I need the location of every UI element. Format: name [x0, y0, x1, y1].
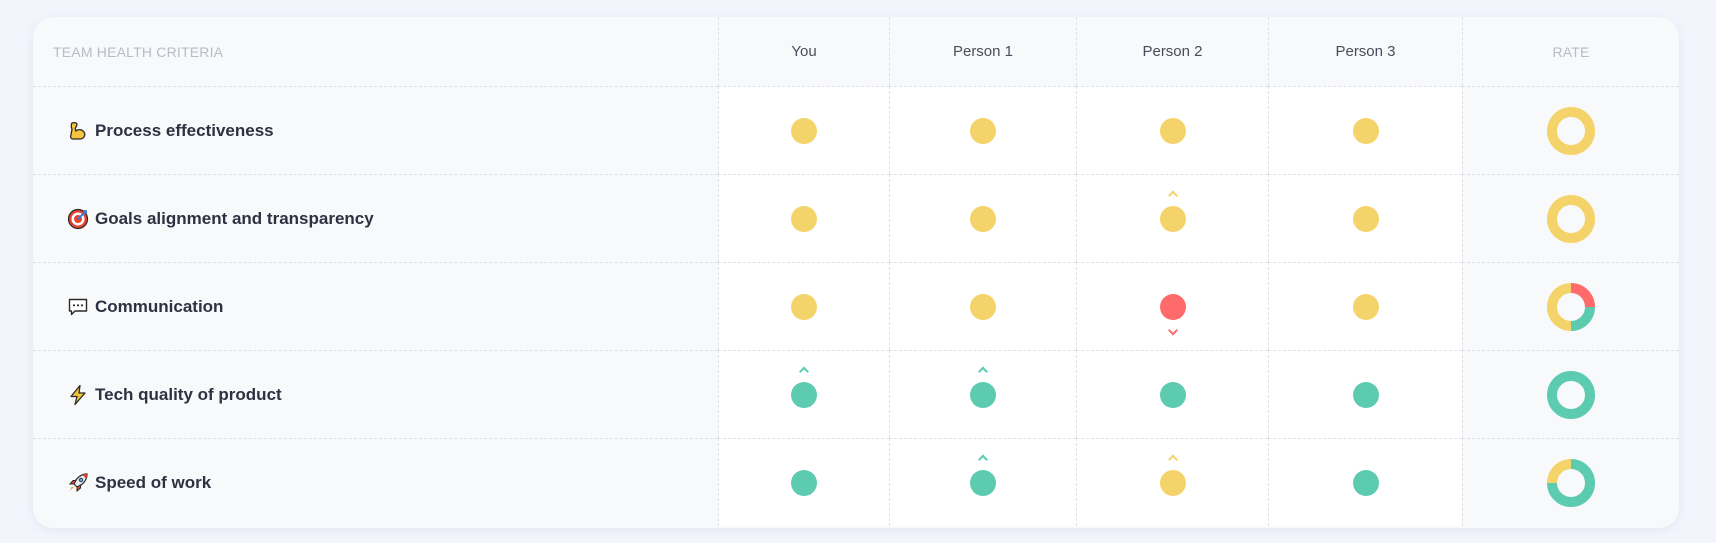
criterion-label: Process effectiveness	[95, 120, 274, 140]
criterion-label: Communication	[95, 296, 224, 316]
rate-cell	[1462, 350, 1679, 438]
vote-cell-person-2[interactable]	[1076, 350, 1268, 438]
vote-cell-person-2[interactable]	[1076, 438, 1268, 526]
trend-up-icon	[978, 366, 988, 376]
rate-cell	[1462, 262, 1679, 350]
rate-cell	[1462, 174, 1679, 262]
vote-cell-person-2[interactable]	[1076, 262, 1268, 350]
vote-cell-person-1[interactable]	[889, 174, 1076, 262]
criterion-cell: Speed of work	[33, 438, 718, 526]
vote-cell-you[interactable]	[718, 438, 889, 526]
vote-dot-green	[970, 454, 996, 496]
column-header-you: You	[718, 17, 889, 86]
vote-cell-person-2[interactable]	[1076, 86, 1268, 174]
donut-segment-yellow	[1547, 194, 1595, 243]
trend-up-icon	[1167, 454, 1178, 464]
vote-cell-person-1[interactable]	[889, 86, 1076, 174]
trend-down-icon	[1167, 325, 1178, 335]
vote-cell-person-2[interactable]	[1076, 174, 1268, 262]
vote-cell-person-3[interactable]	[1268, 262, 1462, 350]
vote-dot-yellow	[1352, 205, 1379, 232]
vote-dot-yellow	[791, 205, 817, 232]
team-health-card: TEAM HEALTH CRITERIA You Person 1 Person…	[33, 17, 1679, 528]
vote-dot-yellow	[970, 293, 996, 320]
vote-cell-you[interactable]	[718, 350, 889, 438]
donut-segment-green	[1570, 306, 1595, 331]
rate-donut-chart	[1547, 106, 1595, 155]
criterion-label: Goals alignment and transparency	[95, 208, 374, 228]
column-header-person-1: Person 1	[889, 17, 1076, 86]
vote-dot-red	[1159, 293, 1186, 335]
vote-dot-green	[791, 366, 817, 408]
vote-dot-yellow	[970, 205, 996, 232]
criterion-cell: Process effectiveness	[33, 86, 718, 174]
vote-dot-yellow	[970, 117, 996, 144]
vote-cell-person-1[interactable]	[889, 350, 1076, 438]
criterion-label: Speed of work	[95, 472, 212, 492]
rate-donut-chart	[1547, 458, 1595, 507]
column-header-person-3: Person 3	[1268, 17, 1462, 86]
vote-dot-yellow	[1352, 117, 1379, 144]
rate-donut-chart	[1547, 194, 1595, 243]
trend-up-icon	[978, 454, 988, 464]
trend-up-icon	[799, 366, 809, 376]
vote-dot-green	[1159, 381, 1186, 408]
donut-segment-green	[1547, 370, 1595, 419]
rate-donut-chart	[1547, 370, 1595, 419]
rate-donut-chart	[1547, 282, 1595, 331]
vote-dot-green	[791, 469, 817, 496]
vote-cell-person-1[interactable]	[889, 262, 1076, 350]
vote-dot-yellow	[791, 117, 817, 144]
vote-dot-green	[1352, 469, 1379, 496]
vote-dot-green	[1352, 381, 1379, 408]
rocket-icon	[67, 472, 89, 494]
donut-segment-yellow	[1547, 282, 1572, 331]
vote-dot-yellow	[1159, 454, 1186, 496]
donut-segment-yellow	[1547, 458, 1572, 483]
criterion-cell: Communication	[33, 262, 718, 350]
team-health-table: TEAM HEALTH CRITERIA You Person 1 Person…	[33, 17, 1679, 528]
lightning-bolt-icon	[67, 384, 89, 406]
trend-up-icon	[1167, 190, 1178, 200]
donut-segment-yellow	[1547, 106, 1595, 155]
vote-cell-you[interactable]	[718, 262, 889, 350]
column-header-person-2: Person 2	[1076, 17, 1268, 86]
criterion-cell: Goals alignment and transparency	[33, 174, 718, 262]
criteria-column-header: TEAM HEALTH CRITERIA	[53, 43, 224, 60]
criterion-label: Tech quality of product	[95, 384, 282, 404]
flexed-biceps-icon	[67, 120, 89, 142]
rate-column-header: RATE	[1462, 17, 1679, 86]
donut-segment-red	[1570, 282, 1595, 307]
vote-cell-person-1[interactable]	[889, 438, 1076, 526]
criterion-cell: Tech quality of product	[33, 350, 718, 438]
rate-cell	[1462, 86, 1679, 174]
vote-cell-person-3[interactable]	[1268, 350, 1462, 438]
vote-cell-person-3[interactable]	[1268, 174, 1462, 262]
vote-cell-you[interactable]	[718, 174, 889, 262]
speech-bubble-icon	[67, 296, 89, 318]
vote-dot-yellow	[791, 293, 817, 320]
vote-dot-yellow	[1159, 117, 1186, 144]
rate-cell	[1462, 438, 1679, 526]
vote-cell-person-3[interactable]	[1268, 86, 1462, 174]
vote-dot-green	[970, 366, 996, 408]
vote-dot-yellow	[1159, 190, 1186, 232]
vote-cell-you[interactable]	[718, 86, 889, 174]
direct-hit-target-icon	[67, 208, 89, 230]
vote-cell-person-3[interactable]	[1268, 438, 1462, 526]
vote-dot-yellow	[1352, 293, 1379, 320]
